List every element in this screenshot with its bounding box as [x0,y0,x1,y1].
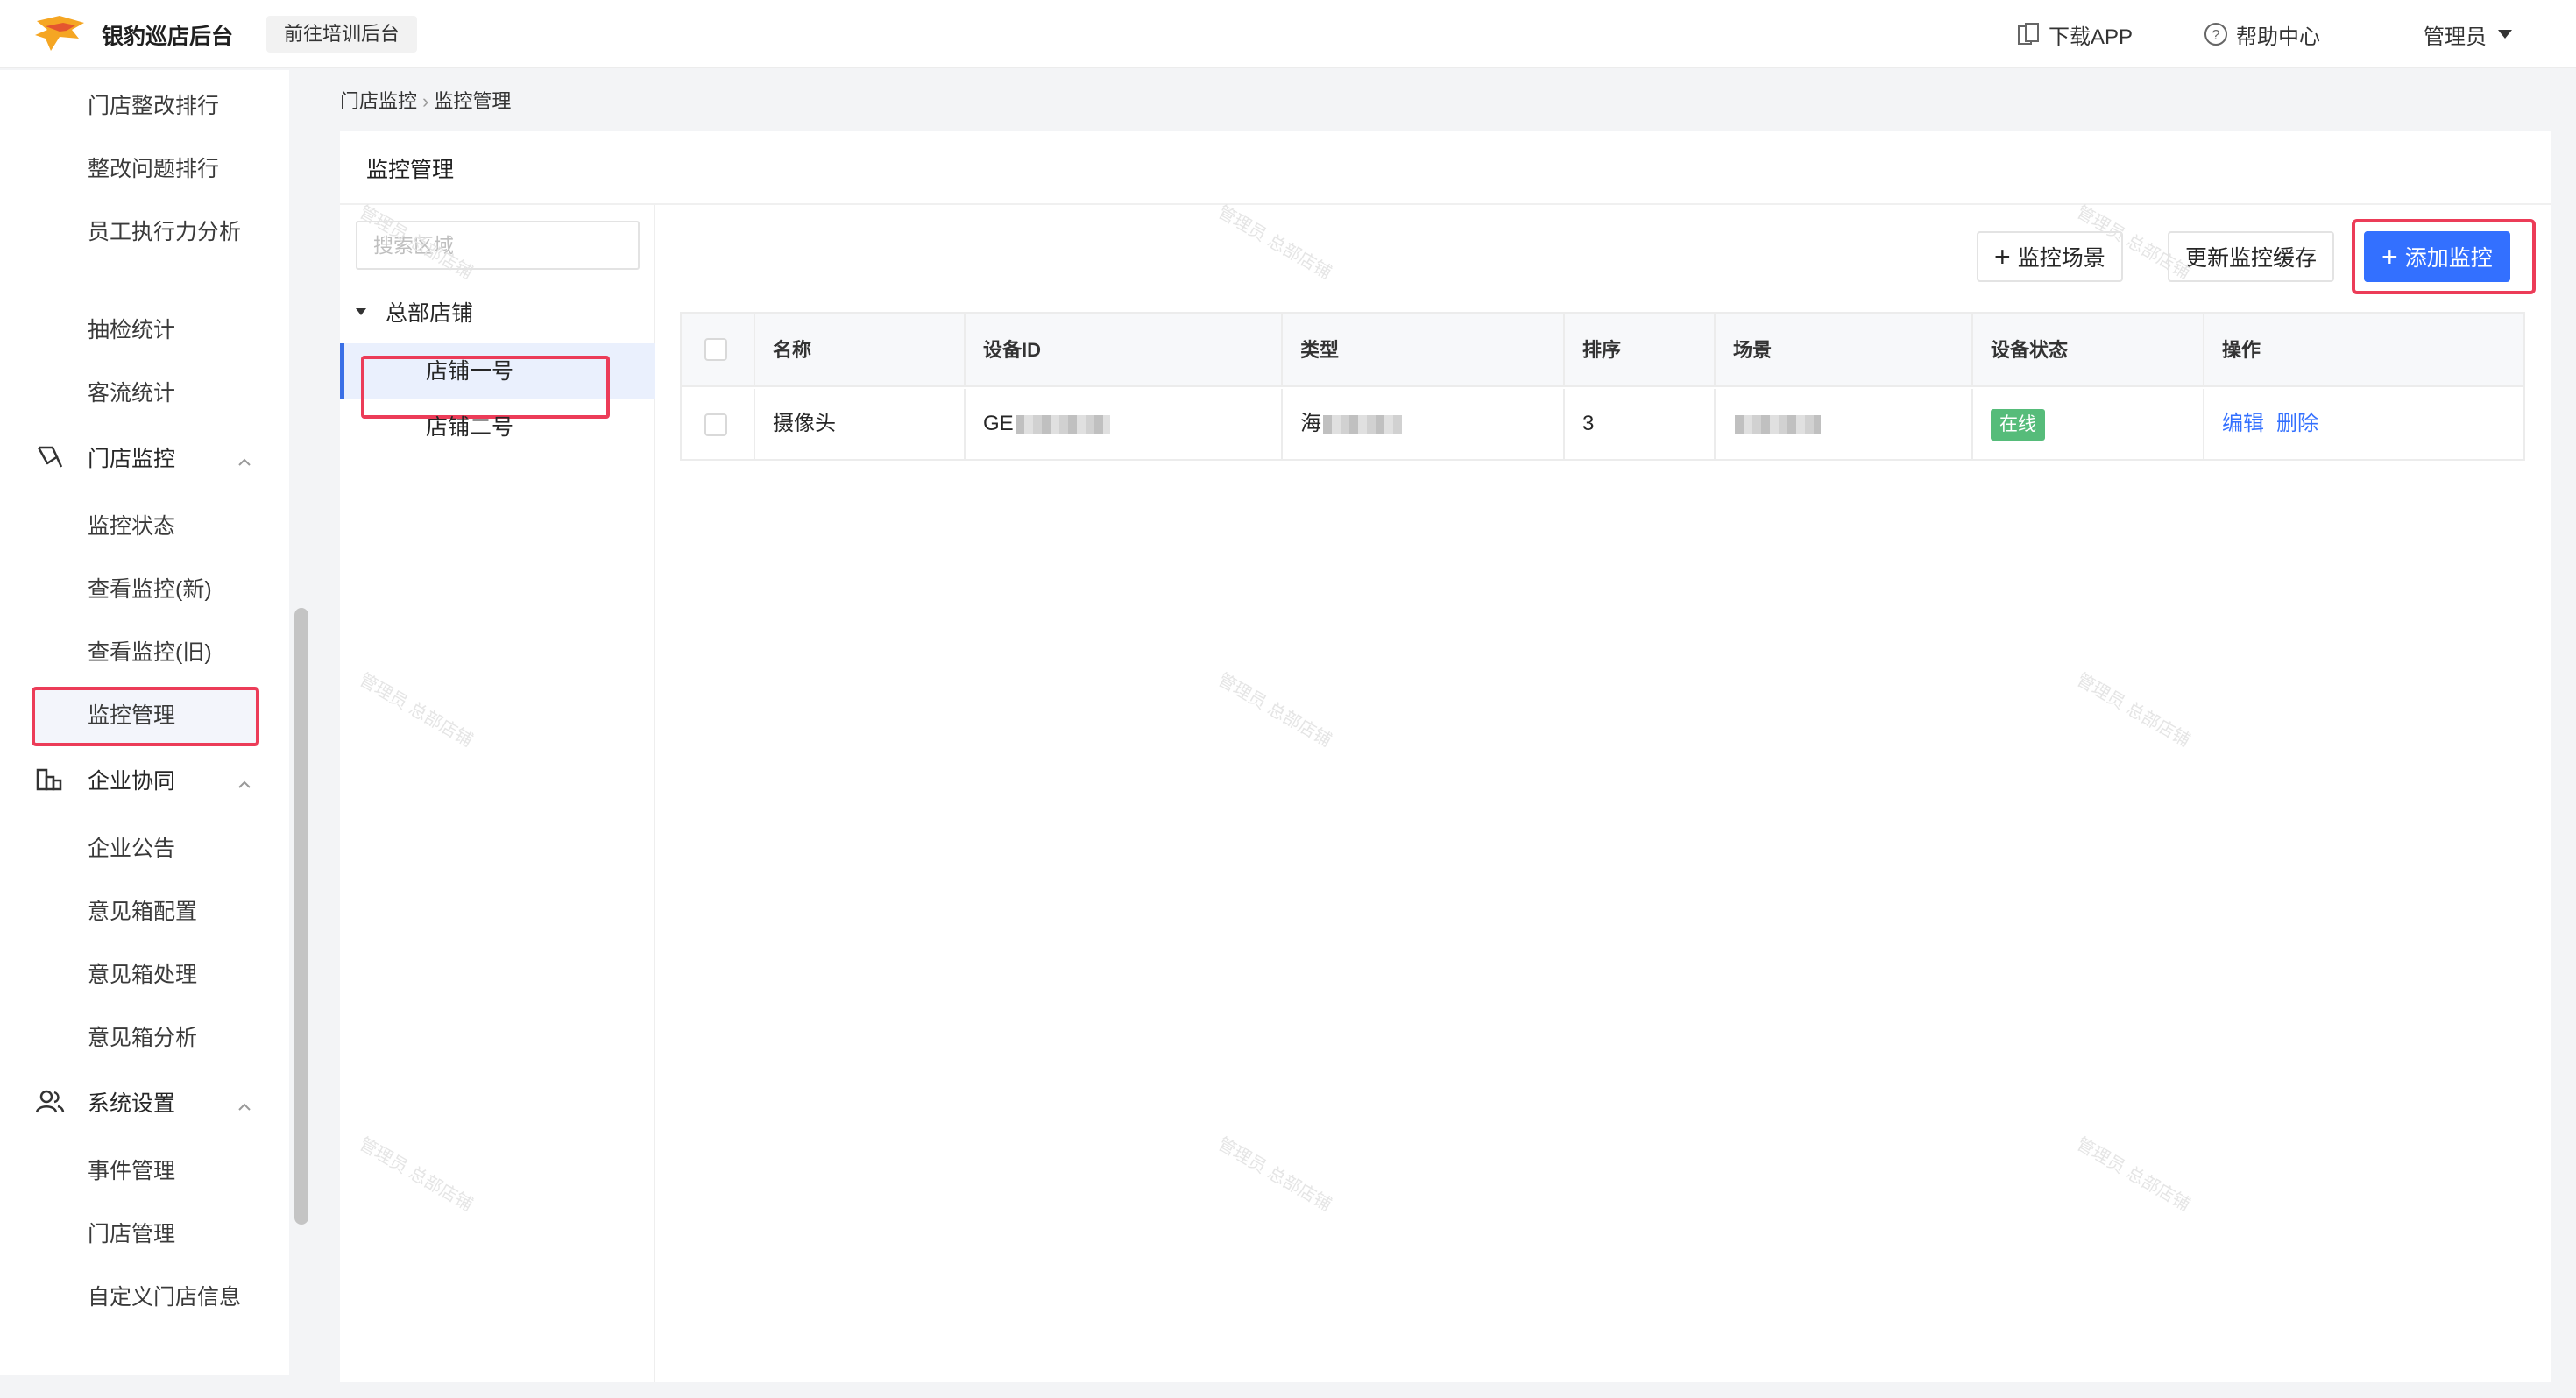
select-all-checkbox[interactable] [704,338,727,361]
status-badge: 在线 [1991,408,2045,441]
breadcrumb-separator: › [422,90,429,112]
user-menu[interactable]: 管理员 [2424,18,2520,51]
help-center-link[interactable]: ? 帮助中心 [2203,18,2320,51]
training-backend-button[interactable]: 前往培训后台 [266,16,418,53]
column-header-order: 排序 [1565,314,1716,387]
refresh-cache-button[interactable]: 更新监控缓存 [2168,231,2335,282]
monitor-scene-label: 监控场景 [2017,246,2105,271]
top-header: 银豹巡店后台 前往培训后台 下载APP ? 帮助中心 管理员 [0,0,2576,68]
sidebar-item-event-manage[interactable]: 事件管理 [88,1154,254,1188]
plus-icon: + [2381,241,2398,272]
column-header-type: 类型 [1283,314,1565,387]
column-header-scene: 场景 [1716,314,1973,387]
help-center-label: 帮助中心 [2236,25,2320,49]
table-header: 名称 设备ID 类型 排序 场景 设备状态 操作 [682,314,2523,387]
sidebar-item-view-monitor-old[interactable]: 查看监控(旧) [88,636,254,669]
cell-order: 3 [1565,389,1716,459]
chevron-up-icon [237,771,252,796]
column-header-actions: 操作 [2222,339,2261,361]
svg-text:?: ? [2212,28,2220,43]
device-id-prefix: GE [983,412,1014,435]
edit-link[interactable]: 编辑 [2222,412,2264,435]
select-all-cell [682,314,755,387]
add-monitor-label: 添加监控 [2404,246,2493,271]
sidebar-item-suggestion-handle[interactable]: 意见箱处理 [88,958,254,992]
caret-down-icon [2497,29,2513,39]
sidebar-item-suggestion-config[interactable]: 意见箱配置 [88,895,254,928]
sidebar-item-store-rectify-rank[interactable]: 门店整改排行 [88,89,254,123]
chevron-up-icon [237,1093,252,1119]
chevron-up-icon [237,448,252,474]
sidebar-item-issue-rank[interactable]: 整改问题排行 [88,152,254,186]
sidebar: 门店整改排行 整改问题排行 员工执行力分析 抽检统计 客流统计 门店监控 监控状… [0,70,289,1375]
download-app-label: 下载APP [2049,25,2134,49]
sidebar-item-custom-store-info[interactable]: 自定义门店信息 [88,1281,254,1314]
sidebar-group-system-settings[interactable]: 系统设置 [35,1086,254,1118]
sidebar-item-traffic[interactable]: 客流统计 [88,377,254,410]
tree-node-store-1[interactable]: 店铺一号 [426,354,513,385]
caret-down-icon[interactable] [356,308,366,315]
refresh-cache-label: 更新监控缓存 [2185,246,2318,271]
tree-node-store-2[interactable]: 店铺二号 [426,410,513,441]
users-icon [35,1087,70,1117]
breadcrumb-parent[interactable]: 门店监控 [340,90,417,112]
breadcrumb-current: 监控管理 [434,90,512,112]
cell-scene [1716,389,1973,459]
sidebar-item-store-manage[interactable]: 门店管理 [88,1218,254,1251]
app-title: 银豹巡店后台 [102,25,234,49]
region-tree: 搜索区域 总部店铺 店铺一号 店铺二号 [340,205,655,1382]
sidebar-group-label: 企业协同 [88,769,176,794]
column-header-status: 设备状态 [1973,314,2204,387]
redacted-type [1323,414,1402,434]
tree-root-label: 总部店铺 [386,301,474,326]
sidebar-group-label: 系统设置 [88,1091,176,1116]
column-header-name: 名称 [755,314,966,387]
buildings-icon [35,765,70,794]
page-title: 监控管理 [366,158,455,182]
redacted-scene [1735,414,1821,434]
sidebar-item-monitor-status[interactable]: 监控状态 [88,510,254,543]
cell-status: 在线 [1973,389,2204,459]
type-prefix: 海 [1300,412,1321,435]
question-circle-icon: ? [2203,21,2229,47]
sidebar-group-label: 门店监控 [88,447,176,471]
sidebar-item-staff-execution[interactable]: 员工执行力分析 [88,215,254,249]
sidebar-scrollbar[interactable] [294,608,308,1225]
sidebar-item-monitor-manage[interactable]: 监控管理 [88,699,254,732]
sidebar-item-spot-check[interactable]: 抽检统计 [88,314,254,347]
leopard-logo-icon [35,16,84,51]
breadcrumb: 门店监控 › 监控管理 [340,86,511,114]
cell-type: 海 [1283,389,1565,459]
row-select-cell [682,389,755,459]
sidebar-group-store-monitor[interactable]: 门店监控 [35,441,254,473]
sidebar-group-enterprise-collab[interactable]: 企业协同 [35,764,254,795]
delete-link[interactable]: 删除 [2276,412,2318,435]
cell-name: 摄像头 [755,389,966,459]
main-panel: 监控管理 搜索区域 总部店铺 店铺一号 店铺二号 + 监控场景 更新监控缓存 +… [340,131,2551,1382]
sidebar-item-view-monitor-new[interactable]: 查看监控(新) [88,573,254,606]
monitor-table: 名称 设备ID 类型 排序 场景 设备状态 操作 摄像头 GE 海 3 在线 编… [680,312,2525,461]
sidebar-item-suggestion-analysis[interactable]: 意见箱分析 [88,1021,254,1055]
monitor-scene-button[interactable]: + 监控场景 [1977,231,2123,282]
flag-icon [35,442,70,472]
table-row: 摄像头 GE 海 3 在线 编辑 删除 [682,389,2523,459]
column-header-device-id: 设备ID [966,314,1283,387]
add-monitor-button[interactable]: + 添加监控 [2364,231,2510,282]
sidebar-item-announcement[interactable]: 企业公告 [88,832,254,865]
cell-device-id: GE [966,389,1283,459]
phone-download-icon [2015,21,2042,47]
tree-root-node[interactable]: 总部店铺 [356,296,473,328]
divider [340,203,2551,205]
cell-actions: 编辑 删除 [2204,389,2523,459]
redacted-device-id [1015,414,1110,434]
row-checkbox[interactable] [704,413,727,436]
download-app-link[interactable]: 下载APP [2015,18,2133,51]
plus-icon: + [1994,241,2011,272]
user-name: 管理员 [2424,25,2487,49]
